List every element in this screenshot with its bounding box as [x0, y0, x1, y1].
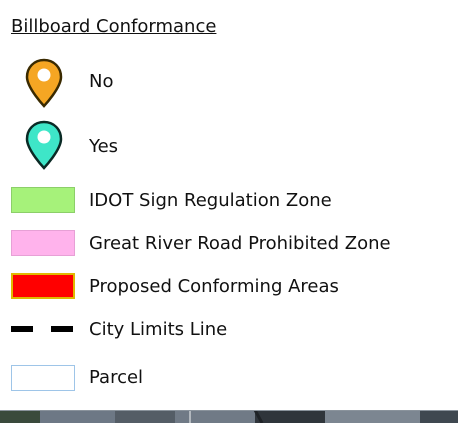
legend-label-proposed-conforming: Proposed Conforming Areas: [89, 276, 339, 297]
legend-label-yes: Yes: [89, 136, 119, 157]
legend-item-great-river-road: Great River Road Prohibited Zone: [0, 225, 458, 265]
legend-label-city-limits: City Limits Line: [89, 319, 228, 340]
proposed-conforming-swatch: [11, 273, 75, 299]
great-river-road-swatch: [11, 230, 75, 256]
legend-title: Billboard Conformance: [11, 16, 217, 37]
legend-label-great-river-road: Great River Road Prohibited Zone: [89, 233, 391, 254]
legend-item-city-limits: City Limits Line: [0, 313, 458, 353]
idot-zone-swatch: [11, 187, 75, 213]
legend-label-parcel: Parcel: [89, 367, 144, 388]
legend-item-idot-zone: IDOT Sign Regulation Zone: [0, 182, 458, 222]
map-legend: Billboard Conformance No Yes IDOT Sign R…: [0, 0, 458, 410]
legend-label-no: No: [89, 71, 114, 92]
aerial-imagery-strip: [0, 410, 458, 423]
parcel-swatch: [11, 365, 75, 391]
map-pin-teal-icon: [25, 120, 63, 170]
map-pin-orange-icon: [25, 58, 63, 108]
legend-item-proposed-conforming: Proposed Conforming Areas: [0, 268, 458, 308]
legend-item-no: No: [0, 55, 458, 109]
dashed-line-icon: [11, 326, 73, 332]
legend-item-yes: Yes: [0, 119, 458, 173]
legend-label-idot-zone: IDOT Sign Regulation Zone: [89, 190, 332, 211]
legend-item-parcel: Parcel: [0, 357, 458, 397]
